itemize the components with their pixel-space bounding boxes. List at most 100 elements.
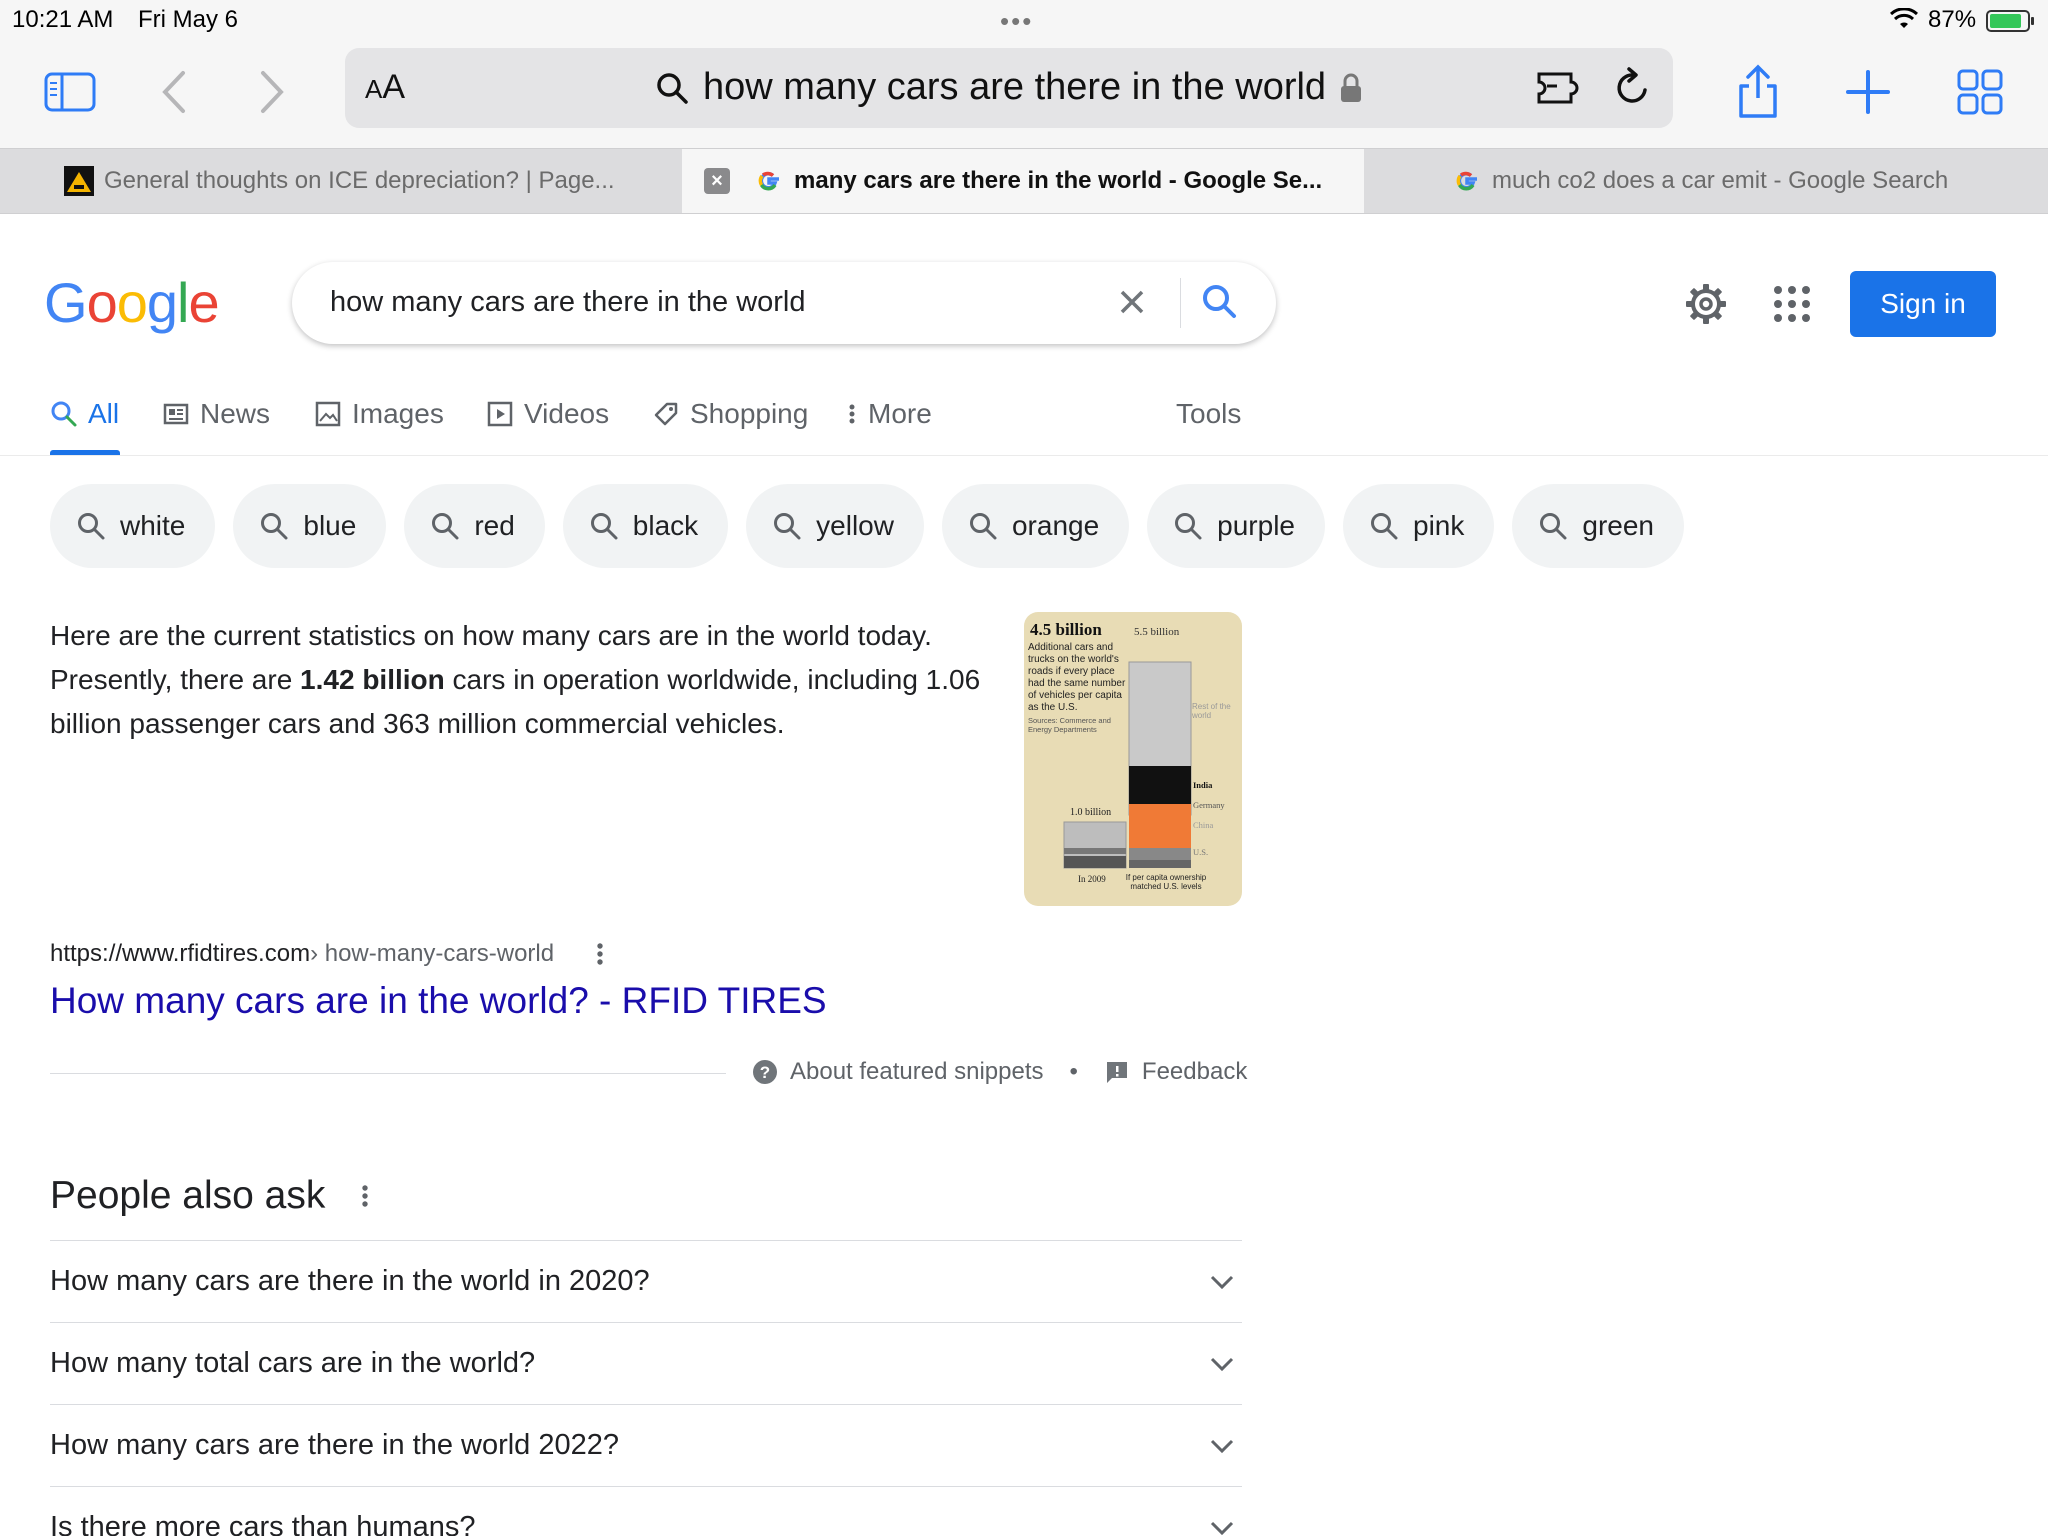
google-search-box[interactable]: how many cars are there in the world [292,262,1276,344]
tab-shopping[interactable]: Shopping [652,398,808,430]
help-circle-icon: ? [753,1060,777,1084]
reader-aa-button[interactable]: AA [365,68,405,107]
chip-white[interactable]: white [50,484,216,568]
browser-tab-1[interactable]: General thoughts on ICE depreciation? | … [0,149,682,213]
chevron-down-icon [1210,1357,1234,1371]
source-path: › how-many-cars-world [310,940,555,967]
reload-icon[interactable] [1613,66,1653,110]
status-date: Fri May 6 [138,6,239,33]
paa-question[interactable]: How many total cars are in the world? [50,1322,1242,1404]
search-type-nav: All News Images Videos Shopping More Too… [0,384,2048,456]
chip-red[interactable]: red [404,484,545,568]
img-sources: Sources: Commerce and Energy Departments [1028,716,1111,734]
search-icon [774,513,801,540]
search-icon [590,513,618,540]
paa-question[interactable]: Is there more cars than humans? [50,1486,1242,1536]
address-query-text: how many cars are there in the world [703,66,1327,108]
google-favicon-icon [1452,166,1482,196]
img-legend-us: U.S. [1193,847,1208,857]
google-logo[interactable]: Google [44,270,220,335]
tab-all[interactable]: All [50,398,119,430]
chip-blue[interactable]: blue [233,484,387,568]
tab-bar: General thoughts on ICE depreciation? | … [0,148,2048,214]
settings-gear-icon[interactable] [1684,282,1728,326]
share-icon[interactable] [1728,62,1788,122]
featured-snippet-text: Here are the current statistics on how m… [50,620,981,739]
img-legend-germany: Germany [1193,800,1225,810]
paa-question[interactable]: How many cars are there in the world in … [50,1240,1242,1322]
search-icon [657,72,688,104]
about-snippets-link[interactable]: About featured snippets [790,1058,1044,1086]
news-icon [163,403,189,425]
search-submit-icon[interactable] [1198,280,1242,324]
people-also-ask-heading: People also ask [50,1174,371,1218]
chevron-down-icon [1210,1439,1234,1453]
back-icon[interactable] [144,62,204,122]
forward-icon[interactable] [242,62,302,122]
sidebar-toggle-icon[interactable] [40,62,100,122]
chevron-down-icon [1210,1521,1234,1535]
search-icon [1175,513,1202,540]
img-x-right: If per capita ownership matched U.S. lev… [1125,873,1207,891]
browser-tab-2[interactable]: × many cars are there in the world - Goo… [682,149,1364,213]
tools-button[interactable]: Tools [1176,398,1241,430]
chip-purple[interactable]: purple [1147,484,1325,568]
chip-green[interactable]: green [1512,484,1684,568]
source-domain: https://www.rfidtires.com [50,940,311,967]
img-x-left: In 2009 [1078,874,1106,884]
address-query[interactable]: how many cars are there in the world [655,66,1362,109]
tab-overview-icon[interactable] [1950,62,2010,122]
status-bar: 10:21 AM Fri May 6 ••• 87% [0,0,2048,40]
snippet-thumbnail[interactable]: 4.5 billion 5.5 billion Additional cars … [1024,612,1242,906]
battery-icon [1986,10,2034,32]
refinement-chips: white blue red black yellow orange purpl… [50,484,1684,568]
browser-tab-2-title: many cars are there in the world - Googl… [794,167,1323,194]
search-icon [969,513,997,540]
clear-search-icon[interactable] [1112,282,1152,322]
address-bar[interactable]: AA how many cars are there in the world [345,48,1673,128]
sign-in-button[interactable]: Sign in [1850,271,1996,337]
img-left-label: 1.0 billion [1070,807,1111,818]
forum-favicon-icon [64,166,94,196]
result-title-link[interactable]: How many cars are in the world? - RFID T… [50,980,827,1022]
image-icon [315,401,341,427]
people-also-ask-list: How many cars are there in the world in … [50,1240,1242,1536]
new-tab-icon[interactable] [1838,62,1898,122]
search-icon [1540,513,1567,540]
tab-news[interactable]: News [162,398,270,430]
img-headline: 4.5 billion [1030,620,1102,639]
multitasking-dots-icon[interactable]: ••• [1000,6,1033,37]
browser-tab-3-title: much co2 does a car emit - Google Search [1492,167,1949,194]
paa-options-icon[interactable] [359,1182,371,1210]
chevron-down-icon [1210,1275,1234,1289]
result-options-icon[interactable] [594,940,606,968]
paa-question[interactable]: How many cars are there in the world 202… [50,1404,1242,1486]
wifi-icon [1890,8,1918,28]
chip-yellow[interactable]: yellow [746,484,924,568]
active-tab-indicator [50,450,120,455]
google-apps-icon[interactable] [1774,286,1810,322]
tab-more[interactable]: More [846,398,932,430]
tab-videos[interactable]: Videos [486,398,609,430]
tab-images[interactable]: Images [314,398,444,430]
snippet-footer: ? About featured snippets • Feedback [752,1058,1247,1086]
chip-black[interactable]: black [562,484,729,568]
extensions-icon[interactable] [1535,66,1583,110]
google-search-input[interactable]: how many cars are there in the world [330,286,806,319]
snippet-highlight: 1.42 billion [300,664,445,695]
img-legend-china: China [1193,820,1214,830]
chip-orange[interactable]: orange [941,484,1130,568]
lock-icon [1341,73,1362,102]
result-source[interactable]: https://www.rfidtires.com › how-many-car… [50,940,606,968]
img-legend-india: India [1193,780,1213,790]
img-legend-rest: Rest of the world [1192,702,1231,720]
browser-tab-1-title: General thoughts on ICE depreciation? | … [104,167,615,194]
svg-text:?: ? [760,1063,770,1082]
battery-percent: 87% [1928,6,1977,33]
close-tab-icon[interactable]: × [704,168,730,194]
feedback-link[interactable]: Feedback [1142,1058,1247,1086]
img-top-label: 5.5 billion [1134,626,1180,638]
google-favicon-icon [754,166,784,196]
browser-tab-3[interactable]: much co2 does a car emit - Google Search [1364,149,2048,213]
chip-pink[interactable]: pink [1343,484,1495,568]
